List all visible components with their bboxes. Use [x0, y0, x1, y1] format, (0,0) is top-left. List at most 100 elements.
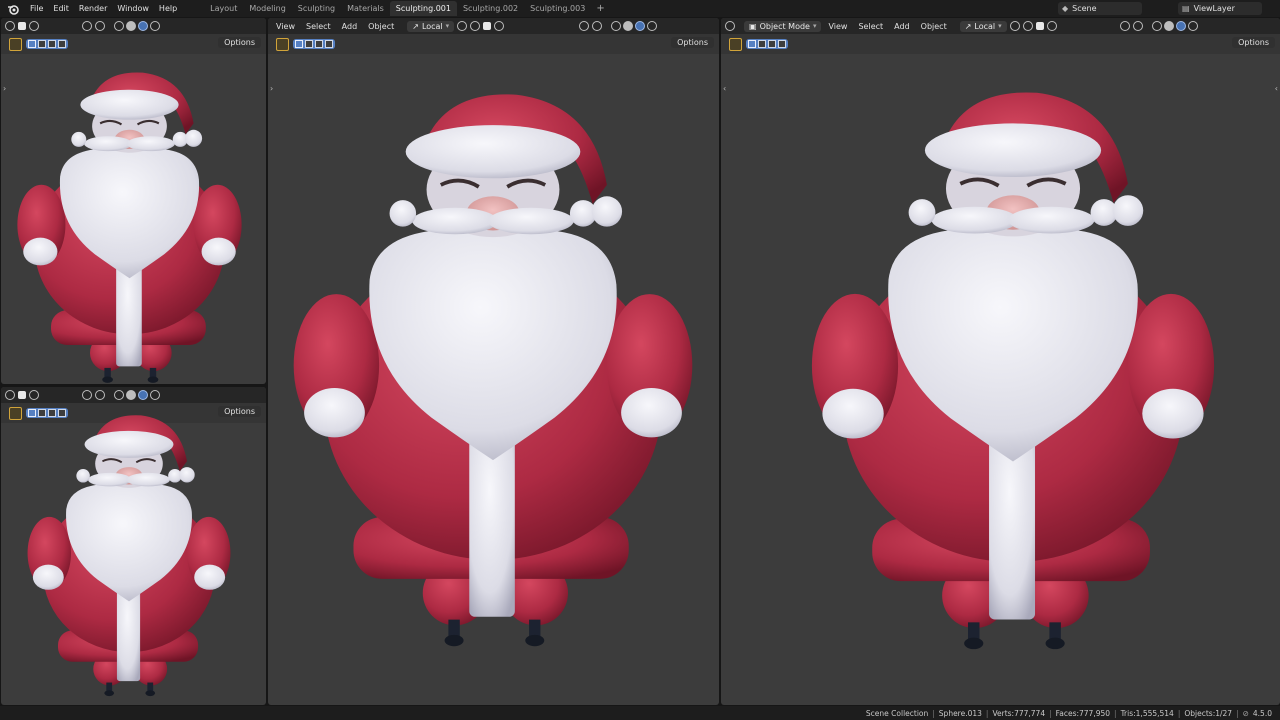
viewport-right[interactable]: ▣ Object Mode ▾ View Select Add Object ↗… [721, 18, 1280, 705]
view-layer-icon: ▤ [1182, 4, 1190, 13]
gizmo-icon[interactable] [95, 390, 105, 400]
select-tool-icon[interactable] [276, 37, 289, 51]
solid-icon[interactable] [623, 21, 634, 31]
gizmo-icon[interactable] [95, 21, 105, 31]
editor-type-icon[interactable] [725, 21, 735, 31]
viewport-left-top[interactable]: Options › [1, 18, 266, 384]
menu-view[interactable]: View [272, 22, 299, 31]
tab-sculpting-001[interactable]: Sculpting.001 [389, 1, 457, 16]
solid-icon[interactable] [126, 390, 136, 400]
proportional-icon[interactable] [494, 21, 505, 31]
wireframe-icon[interactable] [611, 21, 622, 31]
status-separator: | [1049, 708, 1052, 718]
options-dropdown[interactable]: Options [671, 37, 714, 48]
status-bar: Scene Collection | Sphere.013 | Verts:77… [0, 706, 1280, 720]
material-preview-icon[interactable] [138, 21, 148, 31]
color-icon[interactable] [18, 22, 26, 30]
menu-select[interactable]: Select [854, 22, 887, 31]
menu-window[interactable]: Window [112, 0, 154, 17]
falloff-icon[interactable] [29, 390, 39, 400]
solid-icon[interactable] [126, 21, 136, 31]
top-bar: File Edit Render Window Help Layout Mode… [0, 0, 1280, 17]
tab-sculpting[interactable]: Sculpting [292, 1, 341, 16]
santa-model[interactable] [7, 70, 252, 384]
select-tool-icon[interactable] [729, 37, 742, 51]
sidebar-expand-icon[interactable]: ‹ [1275, 84, 1278, 93]
viewport-left-bottom[interactable]: Options [1, 387, 266, 705]
selection-mode-buttons[interactable] [293, 39, 335, 49]
tab-sculpting-002[interactable]: Sculpting.002 [457, 1, 524, 16]
menu-file[interactable]: File [25, 0, 48, 17]
proportional-icon[interactable] [1046, 21, 1057, 31]
tool-header [721, 34, 1280, 54]
tab-layout[interactable]: Layout [204, 1, 243, 16]
status-version: 4.5.0 [1252, 708, 1272, 718]
menu-view[interactable]: View [824, 22, 851, 31]
editor-type-icon[interactable] [5, 390, 15, 400]
wireframe-icon[interactable] [114, 21, 124, 31]
selection-mode-buttons[interactable] [26, 39, 68, 49]
orientation-icon: ↗ [964, 21, 972, 31]
solid-icon[interactable] [1163, 21, 1174, 31]
gizmo-icon[interactable] [592, 21, 603, 31]
pivot-icon[interactable] [457, 21, 468, 31]
rendered-icon[interactable] [1187, 21, 1198, 31]
material-preview-icon[interactable] [138, 390, 148, 400]
options-dropdown[interactable]: Options [1232, 37, 1275, 48]
rendered-icon[interactable] [647, 21, 658, 31]
tab-modeling[interactable]: Modeling [243, 1, 291, 16]
pivot-icon[interactable] [1009, 21, 1020, 31]
viewport-middle[interactable]: View Select Add Object ↗ Local ▾ Options… [268, 18, 719, 705]
snap-icon[interactable] [1022, 21, 1033, 31]
selection-mode-buttons[interactable] [746, 39, 788, 49]
view-layer-selector[interactable]: ▤ ViewLayer [1178, 2, 1262, 15]
menu-render[interactable]: Render [74, 0, 112, 17]
rendered-icon[interactable] [150, 390, 160, 400]
add-workspace-button[interactable]: + [591, 3, 609, 14]
menu-add[interactable]: Add [338, 22, 362, 31]
select-tool-icon[interactable] [9, 37, 22, 51]
falloff-icon[interactable] [29, 21, 39, 31]
santa-model[interactable] [278, 90, 708, 650]
tab-sculpting-003[interactable]: Sculpting.003 [524, 1, 591, 16]
color-icon[interactable] [1035, 22, 1044, 30]
toolbar-expand-icon[interactable]: › [3, 84, 6, 93]
blender-logo-icon[interactable] [7, 3, 19, 15]
visibility-icon[interactable] [82, 390, 92, 400]
menu-object[interactable]: Object [917, 22, 951, 31]
tab-materials[interactable]: Materials [341, 1, 390, 16]
workspace-tabs: Layout Modeling Sculpting Materials Scul… [204, 0, 610, 17]
options-dropdown[interactable]: Options [218, 37, 261, 48]
editor-type-icon[interactable] [5, 21, 15, 31]
network-icon[interactable]: ⊘ [1243, 709, 1249, 718]
orientation-label: Local [974, 21, 996, 31]
color-icon[interactable] [18, 391, 26, 399]
mode-dropdown[interactable]: ▣ Object Mode ▾ [744, 20, 822, 32]
visibility-icon[interactable] [82, 21, 92, 31]
visibility-icon[interactable] [579, 21, 590, 31]
menu-add[interactable]: Add [890, 22, 914, 31]
status-separator: | [932, 708, 935, 718]
santa-model[interactable] [19, 413, 239, 698]
status-faces: Faces:777,950 [1055, 708, 1111, 718]
menu-select[interactable]: Select [302, 22, 335, 31]
scene-selector[interactable]: ◆ Scene [1058, 2, 1142, 15]
orientation-dropdown[interactable]: ↗ Local ▾ [959, 20, 1007, 32]
wireframe-icon[interactable] [114, 390, 124, 400]
rendered-icon[interactable] [150, 21, 160, 31]
material-preview-icon[interactable] [635, 21, 646, 31]
status-tris: Tris:1,555,514 [1120, 708, 1174, 718]
menu-object[interactable]: Object [364, 22, 398, 31]
santa-model[interactable] [793, 88, 1233, 653]
menu-edit[interactable]: Edit [48, 0, 74, 17]
orientation-dropdown[interactable]: ↗ Local ▾ [407, 20, 455, 32]
gizmo-icon[interactable] [1132, 21, 1143, 31]
visibility-icon[interactable] [1119, 21, 1130, 31]
wireframe-icon[interactable] [1151, 21, 1162, 31]
menu-help[interactable]: Help [154, 0, 182, 17]
color-icon[interactable] [483, 22, 492, 30]
snap-icon[interactable] [470, 21, 481, 31]
toolbar-expand-icon[interactable]: ‹ [723, 84, 726, 93]
material-preview-icon[interactable] [1175, 21, 1186, 31]
toolbar-expand-icon[interactable]: › [270, 84, 273, 93]
